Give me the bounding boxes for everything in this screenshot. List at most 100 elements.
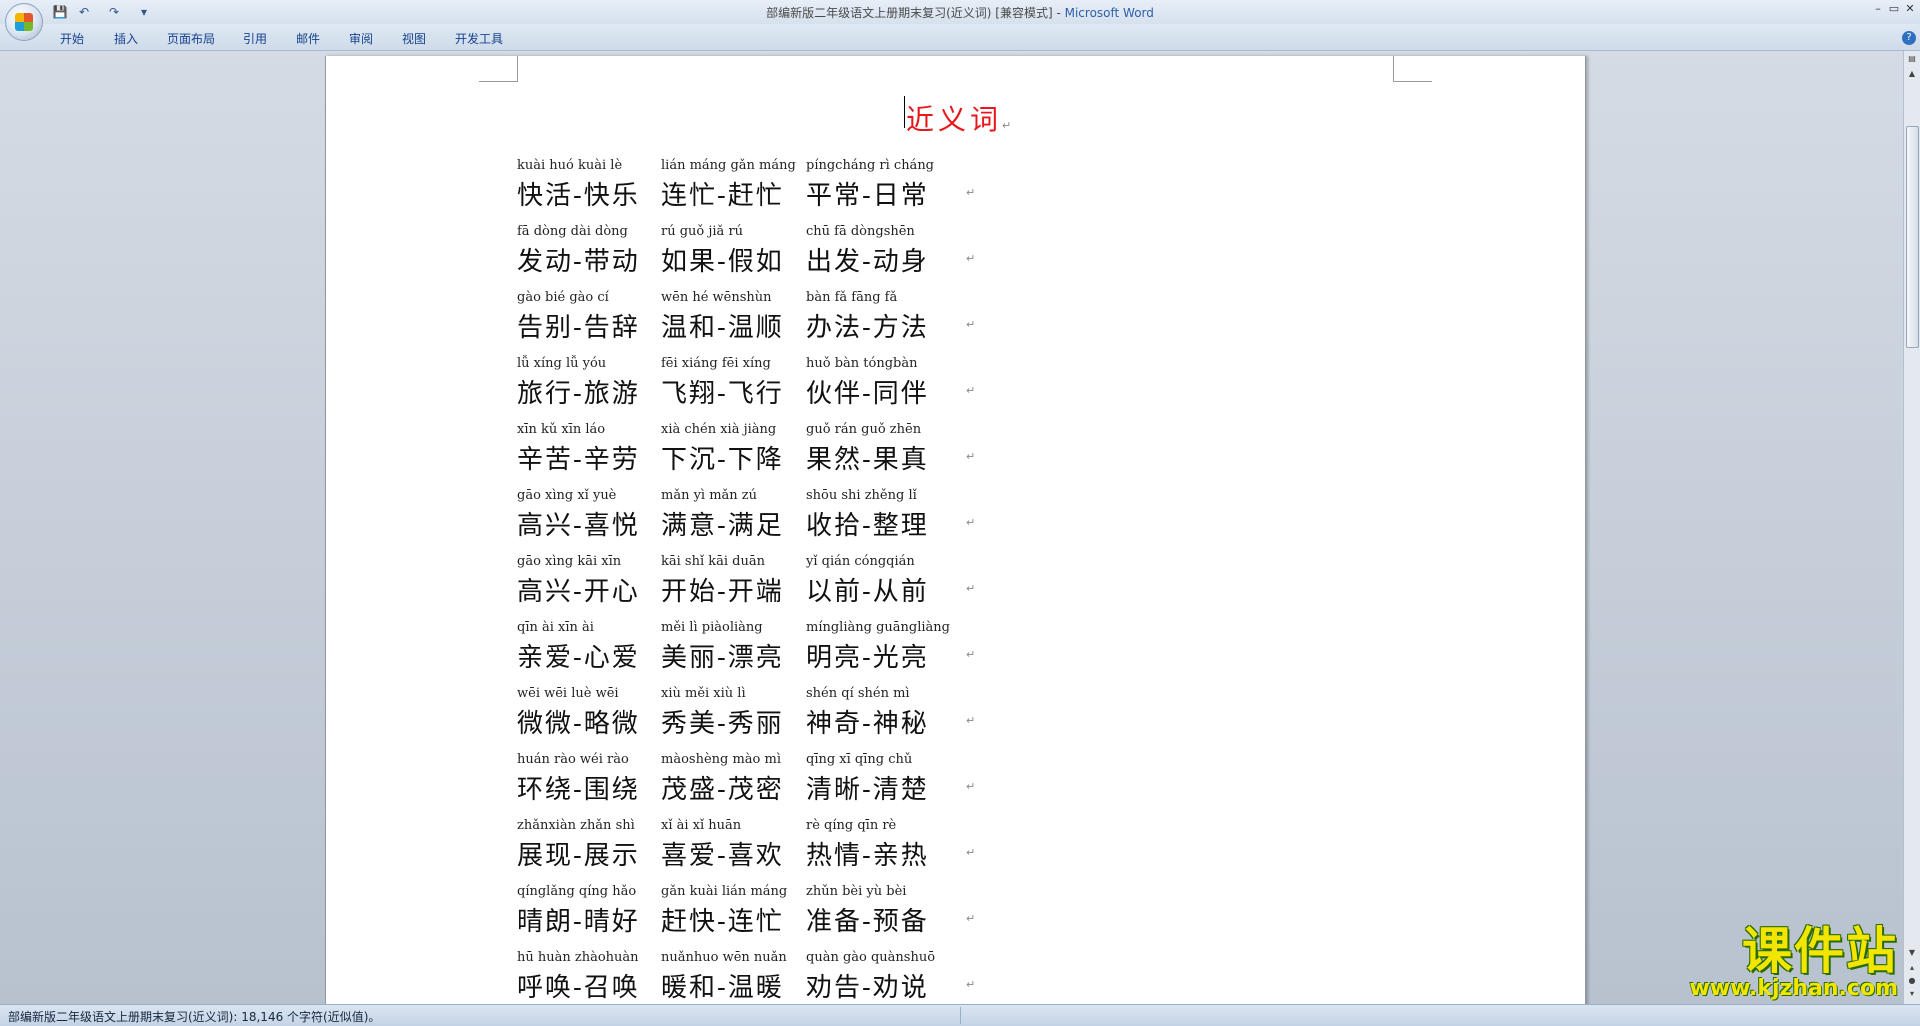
paragraph-mark: ↵ xyxy=(966,978,976,991)
app-name: Microsoft Word xyxy=(1064,6,1154,20)
tab-developer[interactable]: 开发工具 xyxy=(455,30,503,47)
synonym-pair: wēn hé wēnshùn 温和-温顺 xyxy=(661,290,784,344)
synonym-pair: mǎn yì mǎn zú 满意-满足 xyxy=(661,488,784,542)
synonym-words: 以前-从前 xyxy=(806,577,929,607)
pinyin-annotation: gāo xìng xǐ yuè xyxy=(517,488,617,503)
synonym-words: 果然-果真 xyxy=(806,445,929,475)
status-divider xyxy=(960,1007,961,1024)
scroll-down-icon[interactable]: ▼ xyxy=(1905,946,1919,960)
document-workspace: 近义词↵ kuài huó kuài lè 快活-快乐 lián máng gǎn … xyxy=(0,51,1904,1004)
synonym-pair: zhǎnxiàn zhǎn shì 展现-展示 xyxy=(517,818,640,872)
heading-text: 近义词 xyxy=(906,103,1003,136)
document-name: 部编新版二年级语文上册期末复习(近义词) [兼容模式] xyxy=(766,6,1053,20)
pinyin-annotation: màoshèng mào mì xyxy=(661,752,781,767)
synonym-words: 快活-快乐 xyxy=(517,181,640,211)
select-browse-object-icon[interactable]: ● xyxy=(1905,974,1919,988)
document-heading: 近义词↵ xyxy=(906,98,1015,138)
synonym-words: 收拾-整理 xyxy=(806,511,929,541)
watermark-main-text: 课件站 xyxy=(1742,922,1898,980)
text-cursor xyxy=(904,96,905,128)
title-bar: 💾 ↶ ↷ ▾ 部编新版二年级语文上册期末复习(近义词) [兼容模式] - Mi… xyxy=(0,0,1920,25)
tab-page-layout[interactable]: 页面布局 xyxy=(167,30,215,47)
synonym-words: 开始-开端 xyxy=(661,577,784,607)
synonym-words: 伙伴-同伴 xyxy=(806,379,929,409)
maximize-button[interactable]: ▭ xyxy=(1886,2,1902,16)
pinyin-annotation: xīn kǔ xīn láo xyxy=(517,422,606,437)
synonym-pair: míngliàng guāngliàng 明亮-光亮 xyxy=(806,620,950,674)
synonym-words: 呼唤-召唤 xyxy=(517,973,640,1003)
next-page-icon[interactable]: ▾ xyxy=(1905,987,1919,1001)
synonym-pair: màoshèng mào mì 茂盛-茂密 xyxy=(661,752,784,806)
previous-page-icon[interactable]: ▴ xyxy=(1905,961,1919,975)
synonym-pair: shōu shi zhěng lǐ 收拾-整理 xyxy=(806,488,929,542)
synonym-pair: shén qí shén mì 神奇-神秘 xyxy=(806,686,929,740)
synonym-words: 温和-温顺 xyxy=(661,313,784,343)
synonym-words: 劝告-劝说 xyxy=(806,973,929,1003)
pinyin-annotation: shōu shi zhěng lǐ xyxy=(806,488,917,503)
synonym-words: 辛苦-辛劳 xyxy=(517,445,640,475)
tab-references[interactable]: 引用 xyxy=(243,30,267,47)
synonym-words: 清晰-清楚 xyxy=(806,775,929,805)
synonym-words: 亲爱-心爱 xyxy=(517,643,640,673)
help-icon[interactable]: ? xyxy=(1902,31,1916,45)
synonym-pair: měi lì piàoliàng 美丽-漂亮 xyxy=(661,620,784,674)
synonym-pair: huán rào wéi rào 环绕-围绕 xyxy=(517,752,640,806)
tab-view[interactable]: 视图 xyxy=(402,30,426,47)
pinyin-annotation: chū fā dòngshēn xyxy=(806,224,915,239)
pinyin-annotation: zhǎnxiàn zhǎn shì xyxy=(517,818,635,833)
synonym-pair: gào bié gào cí 告别-告辞 xyxy=(517,290,640,344)
pinyin-annotation: lǚ xíng lǚ yóu xyxy=(517,356,607,371)
close-button[interactable]: ✕ xyxy=(1902,2,1918,16)
paragraph-mark: ↵ xyxy=(966,318,976,331)
synonym-words: 如果-假如 xyxy=(661,247,784,277)
paragraph-mark: ↵ xyxy=(966,582,976,595)
pinyin-annotation: qīn ài xīn ài xyxy=(517,620,594,635)
ruler-toggle-icon[interactable]: ▤ xyxy=(1905,52,1919,66)
paragraph-mark: ↵ xyxy=(966,516,976,529)
synonym-pair: kuài huó kuài lè 快活-快乐 xyxy=(517,158,640,212)
watermark-logo: 课件站 www.kjzhan.com xyxy=(1638,925,1898,1005)
synonym-pair: quàn gào quànshuō 劝告-劝说 xyxy=(806,950,935,1004)
document-page[interactable]: 近义词↵ kuài huó kuài lè 快活-快乐 lián máng gǎn … xyxy=(325,56,1586,1004)
pinyin-annotation: píngcháng rì cháng xyxy=(806,158,935,173)
synonym-words: 高兴-开心 xyxy=(517,577,640,607)
scroll-up-icon[interactable]: ▲ xyxy=(1905,67,1919,81)
synonym-words: 暖和-温暖 xyxy=(661,973,784,1003)
pinyin-annotation: fā dòng dài dòng xyxy=(517,224,628,239)
synonym-words: 出发-动身 xyxy=(806,247,929,277)
tab-review[interactable]: 审阅 xyxy=(349,30,373,47)
synonym-words: 办法-方法 xyxy=(806,313,929,343)
synonym-pair: rú guǒ jiǎ rú 如果-假如 xyxy=(661,224,784,278)
tab-insert[interactable]: 插入 xyxy=(114,30,138,47)
pinyin-annotation: mǎn yì mǎn zú xyxy=(661,488,758,503)
pinyin-annotation: fēi xiáng fēi xíng xyxy=(661,356,771,371)
synonym-pair: nuǎnhuo wēn nuǎn 暖和-温暖 xyxy=(661,950,787,1004)
scroll-thumb[interactable] xyxy=(1906,126,1919,348)
synonym-words: 环绕-围绕 xyxy=(517,775,640,805)
vertical-scrollbar[interactable]: ▤ ▲ ▼ ▴ ● ▾ xyxy=(1903,51,1920,1004)
tab-mailings[interactable]: 邮件 xyxy=(296,30,320,47)
synonym-pair: wēi wēi luè wēi 微微-略微 xyxy=(517,686,640,740)
synonym-pair: xǐ ài xǐ huān 喜爱-喜欢 xyxy=(661,818,784,872)
office-button[interactable] xyxy=(5,3,43,41)
synonym-words: 秀美-秀丽 xyxy=(661,709,784,739)
pinyin-annotation: guǒ rán guǒ zhēn xyxy=(806,422,922,437)
pinyin-annotation: gǎn kuài lián máng xyxy=(661,884,788,899)
minimize-button[interactable]: – xyxy=(1870,2,1886,16)
synonym-pair: hū huàn zhàohuàn 呼唤-召唤 xyxy=(517,950,640,1004)
watermark-url: www.kjzhan.com xyxy=(1689,976,1898,1001)
tab-home[interactable]: 开始 xyxy=(60,30,84,47)
paragraph-mark: ↵ xyxy=(966,384,976,397)
synonym-pair: gǎn kuài lián máng 赶快-连忙 xyxy=(661,884,787,938)
synonym-pair: kāi shǐ kāi duān 开始-开端 xyxy=(661,554,784,608)
paragraph-mark: ↵ xyxy=(966,252,976,265)
synonym-pair: huǒ bàn tóngbàn 伙伴-同伴 xyxy=(806,356,929,410)
synonym-pair: lǚ xíng lǚ yóu 旅行-旅游 xyxy=(517,356,640,410)
synonym-pair: yǐ qián cóngqián 以前-从前 xyxy=(806,554,929,608)
pinyin-annotation: huán rào wéi rào xyxy=(517,752,629,767)
paragraph-mark: ↵ xyxy=(966,186,976,199)
synonym-words: 明亮-光亮 xyxy=(806,643,929,673)
paragraph-mark: ↵ xyxy=(966,846,976,859)
status-bar: 部编新版二年级语文上册期末复习(近义词): 18,146 个字符(近似值)。 xyxy=(0,1004,1920,1026)
synonym-words: 平常-日常 xyxy=(806,181,929,211)
